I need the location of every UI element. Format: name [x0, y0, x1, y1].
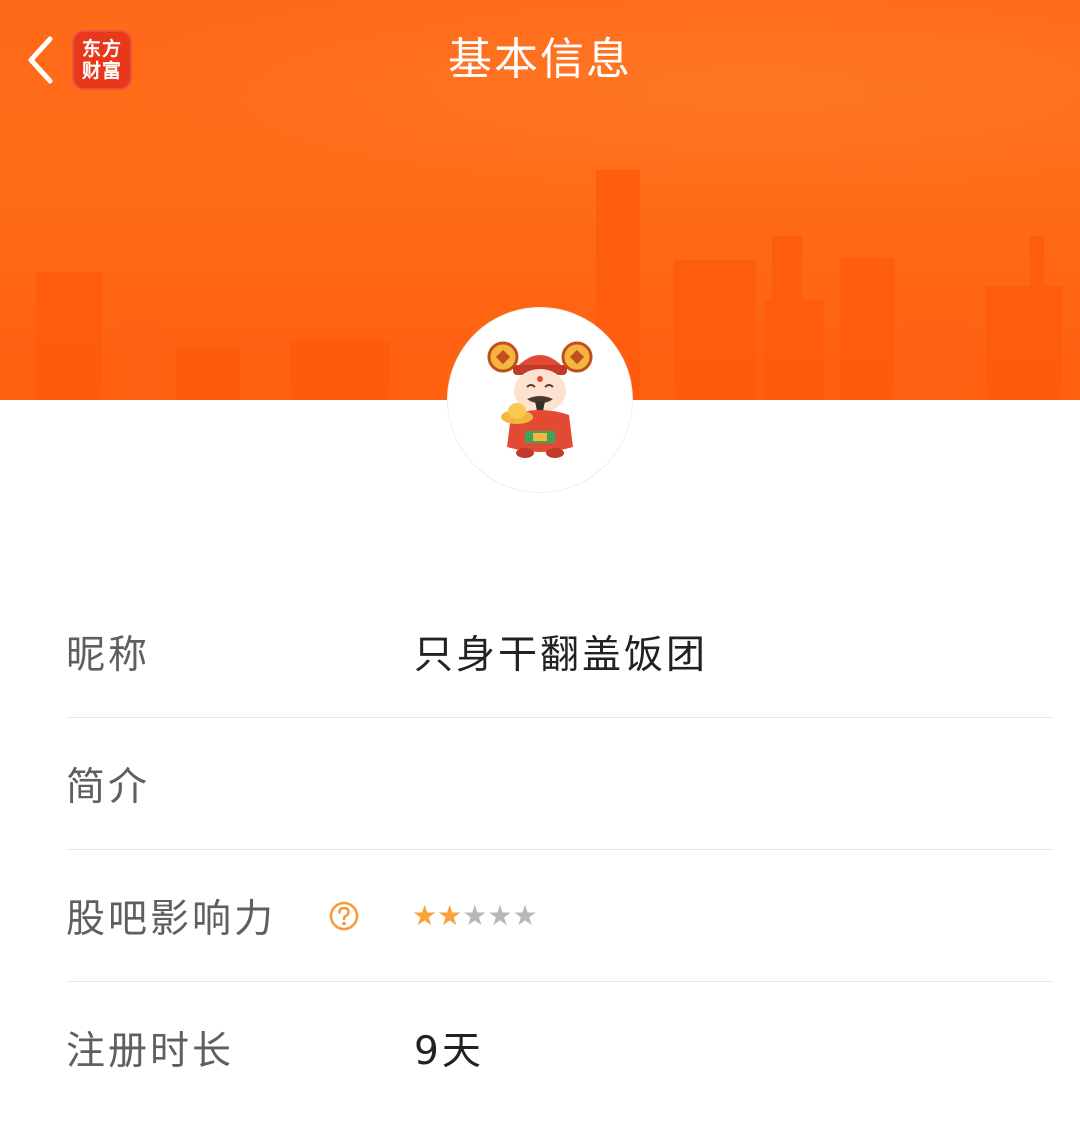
nickname-row[interactable]: 昵称 只身干翻盖饭团	[66, 586, 1054, 718]
avatar[interactable]	[448, 308, 632, 492]
info-list: 昵称 只身干翻盖饭团 简介 股吧影响力 ★ ★ ★ ★ ★ 注册时长 9天	[66, 586, 1054, 1113]
nickname-label: 昵称	[66, 632, 151, 678]
star-filled-icon: ★	[437, 898, 463, 932]
star-empty-icon: ★	[512, 898, 538, 932]
bio-row[interactable]: 简介	[66, 718, 1054, 850]
registration-value: 9天	[414, 1028, 484, 1074]
star-empty-icon: ★	[462, 898, 488, 932]
registration-label: 注册时长	[66, 1028, 235, 1074]
influence-label: 股吧影响力	[66, 896, 277, 942]
influence-row: 股吧影响力 ★ ★ ★ ★ ★	[66, 850, 1054, 982]
caishen-avatar	[487, 341, 593, 458]
bio-label: 简介	[66, 764, 151, 810]
page-title: 基本信息	[448, 34, 632, 85]
star-filled-icon: ★	[412, 898, 438, 932]
star-empty-icon: ★	[487, 898, 513, 932]
profile-page: 东方 财富 基本信息 昵称 只身干翻盖饭团 简介 股吧影响力 ★ ★ ★ ★ ★…	[0, 0, 1080, 1126]
influence-rating: ★ ★ ★ ★ ★	[412, 898, 538, 932]
registration-row: 注册时长 9天	[66, 982, 1054, 1113]
nickname-value: 只身干翻盖饭团	[414, 632, 709, 678]
help-circle-icon[interactable]	[328, 900, 360, 932]
